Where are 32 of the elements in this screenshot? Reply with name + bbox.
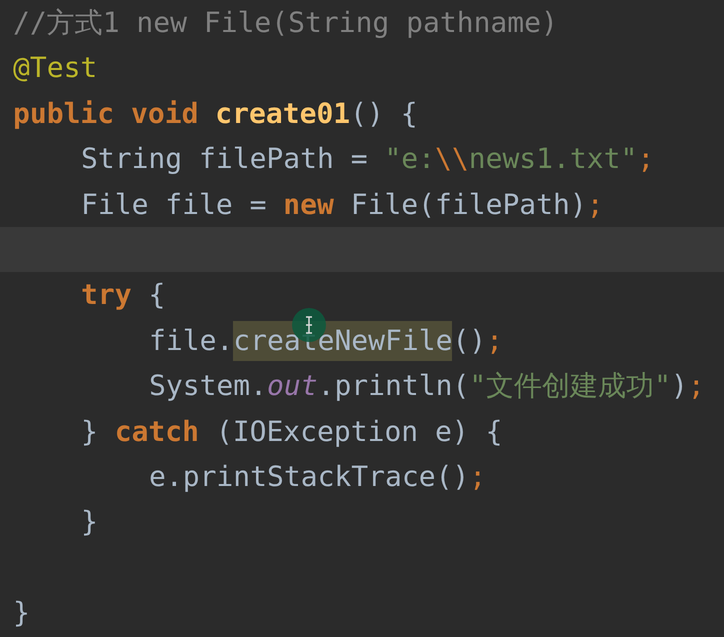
- string-literal: news1.txt": [468, 142, 638, 176]
- semicolon: ;: [486, 324, 504, 357]
- code-text: ): [671, 369, 688, 402]
- code-text: String filePath =: [81, 142, 369, 176]
- semicolon: ;: [469, 460, 486, 493]
- code-text: System.: [149, 369, 268, 402]
- code-text: file.: [149, 324, 234, 357]
- code-text: e.printStackTrace(): [149, 460, 470, 493]
- keyword: catch: [114, 414, 200, 448]
- string-literal: "e:: [384, 142, 436, 176]
- code-text: () {: [350, 96, 418, 130]
- code-text: File file =: [81, 188, 268, 221]
- method-name: create01: [215, 96, 350, 130]
- code-text: {: [148, 278, 166, 312]
- code-text: }: [81, 414, 99, 448]
- keyword: public void: [13, 96, 200, 130]
- code-text: (): [452, 324, 486, 357]
- string-literal: "文件创建成功": [469, 369, 672, 402]
- field-name: out: [267, 369, 318, 402]
- code-text: File(filePath): [350, 188, 587, 221]
- keyword: new: [283, 188, 335, 221]
- escape-sequence: \\: [435, 142, 469, 176]
- code-comment: //方式1 new File(String pathname): [13, 6, 558, 39]
- keyword: try: [81, 278, 133, 312]
- code-text: (IOException e) {: [216, 414, 502, 448]
- semicolon: ;: [688, 369, 705, 402]
- annotation: @Test: [13, 51, 98, 84]
- code-text: }: [81, 505, 98, 538]
- semicolon: ;: [586, 188, 604, 221]
- code-text: }: [13, 596, 30, 630]
- semicolon: ;: [637, 142, 654, 176]
- code-text: .println(: [318, 369, 470, 402]
